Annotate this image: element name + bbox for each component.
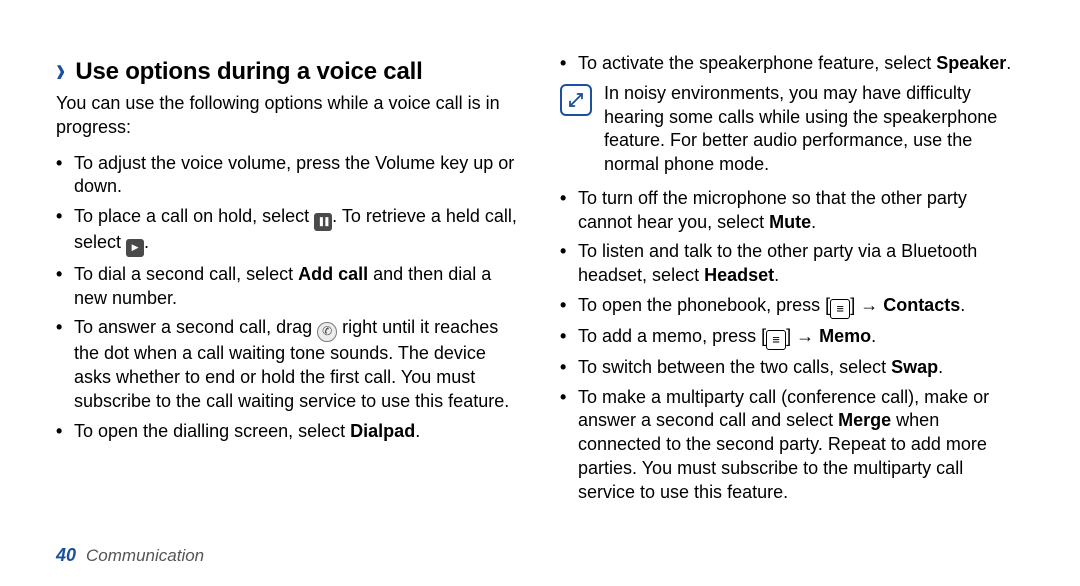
right-column: To activate the speakerphone feature, se…: [560, 46, 1024, 510]
manual-page: › Use options during a voice call You ca…: [0, 0, 1080, 586]
note-icon: [560, 84, 592, 116]
hold-icon: [314, 213, 332, 231]
left-column: › Use options during a voice call You ca…: [56, 46, 520, 510]
page-number: 40: [56, 545, 76, 566]
list-item: To listen and talk to the other party vi…: [578, 240, 1024, 288]
list-item: To switch between the two calls, select …: [578, 356, 1024, 380]
bold-term: Speaker: [936, 53, 1006, 73]
two-column-layout: › Use options during a voice call You ca…: [56, 46, 1024, 510]
chevron-right-icon: ›: [56, 53, 65, 88]
bold-term: Contacts: [883, 295, 960, 315]
section-heading: › Use options during a voice call: [56, 56, 520, 86]
list-item: To dial a second call, select Add call a…: [74, 263, 520, 311]
right-top-bullet-list: To activate the speakerphone feature, se…: [560, 52, 1024, 76]
page-footer: 40 Communication: [56, 545, 204, 566]
list-item: To place a call on hold, select . To ret…: [74, 205, 520, 257]
list-item: To adjust the voice volume, press the Vo…: [74, 152, 520, 200]
call-accept-icon: [317, 322, 337, 342]
list-item: To open the dialling screen, select Dial…: [74, 420, 520, 444]
menu-icon: [830, 299, 850, 319]
note-text: In noisy environments, you may have diff…: [604, 82, 1024, 177]
bold-term: Memo: [819, 326, 871, 346]
heading-text: Use options during a voice call: [75, 58, 422, 86]
bold-term: Merge: [838, 410, 891, 430]
bold-term: Mute: [769, 212, 811, 232]
intro-text: You can use the following options while …: [56, 92, 520, 140]
right-bullet-list: To turn off the microphone so that the o…: [560, 187, 1024, 505]
bold-term: Swap: [891, 357, 938, 377]
list-item: To make a multiparty call (conference ca…: [578, 386, 1024, 505]
list-item: To turn off the microphone so that the o…: [578, 187, 1024, 235]
bold-term: Headset: [704, 265, 774, 285]
list-item: To open the phonebook, press [] → Contac…: [578, 294, 1024, 319]
left-bullet-list: To adjust the voice volume, press the Vo…: [56, 152, 520, 444]
list-item: To answer a second call, drag right unti…: [74, 316, 520, 413]
bold-term: Dialpad: [350, 421, 415, 441]
list-item: To add a memo, press [] → Memo.: [578, 325, 1024, 350]
resume-icon: [126, 239, 144, 257]
list-item: To activate the speakerphone feature, se…: [578, 52, 1024, 76]
menu-icon: [766, 330, 786, 350]
note-callout: In noisy environments, you may have diff…: [560, 82, 1024, 177]
section-name: Communication: [86, 546, 204, 566]
bold-term: Add call: [298, 264, 368, 284]
